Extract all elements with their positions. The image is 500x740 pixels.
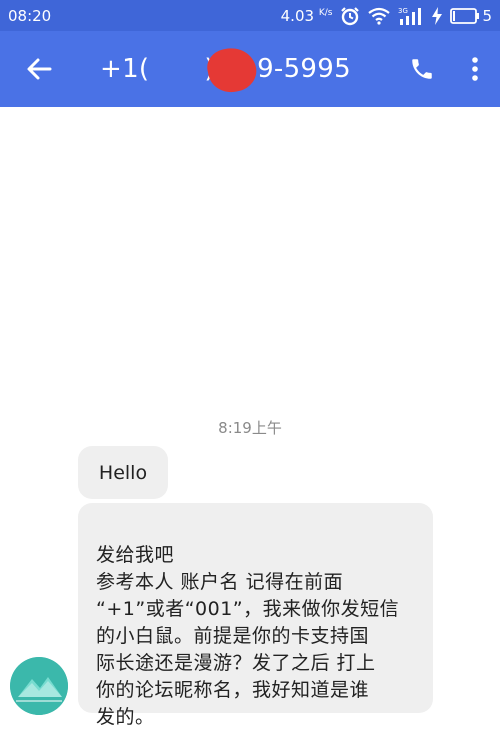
message-text: 发给我吧 参考本人 账户名 记得在前面 “+1”或者“001”，我来做你发短信 … — [96, 544, 400, 728]
message-timestamp: 8:19上午 — [218, 419, 282, 437]
network-speed-unit: K/s — [318, 7, 333, 18]
signal-icon: 3G — [398, 6, 424, 26]
phone-icon — [412, 59, 432, 79]
contact-number: +1() 219-5995 — [78, 43, 394, 97]
network-type-label: 3G — [398, 7, 408, 15]
message-bubble[interactable]: 发给我吧 参考本人 账户名 记得在前面 “+1”或者“001”，我来做你发短信 … — [78, 503, 433, 728]
contact-avatar[interactable] — [10, 657, 68, 715]
network-speed-value: 4.03 — [280, 6, 315, 25]
battery-icon: 5 — [450, 7, 492, 25]
back-button[interactable] — [0, 31, 78, 107]
wifi-icon — [368, 7, 391, 25]
redaction-mark — [203, 43, 261, 97]
message-text: Hello — [98, 461, 148, 484]
battery-level: 5 — [482, 6, 492, 25]
mountain-avatar-icon — [10, 657, 68, 715]
arrow-left-icon — [27, 58, 52, 80]
message-bubble[interactable]: Hello — [78, 446, 168, 499]
contact-prefix: +1( — [100, 54, 150, 84]
alarm-icon — [340, 6, 360, 26]
more-options-button[interactable] — [450, 31, 500, 107]
call-button[interactable] — [394, 31, 450, 107]
network-speed: 4.03 K/s — [281, 7, 333, 25]
app-bar: +1() 219-5995 — [0, 31, 500, 107]
charging-bolt-icon — [432, 6, 443, 25]
status-time: 08:20 — [8, 6, 52, 25]
status-bar: 08:20 4.03 K/s 3G 5 — [0, 0, 500, 31]
more-vertical-icon — [472, 57, 478, 81]
